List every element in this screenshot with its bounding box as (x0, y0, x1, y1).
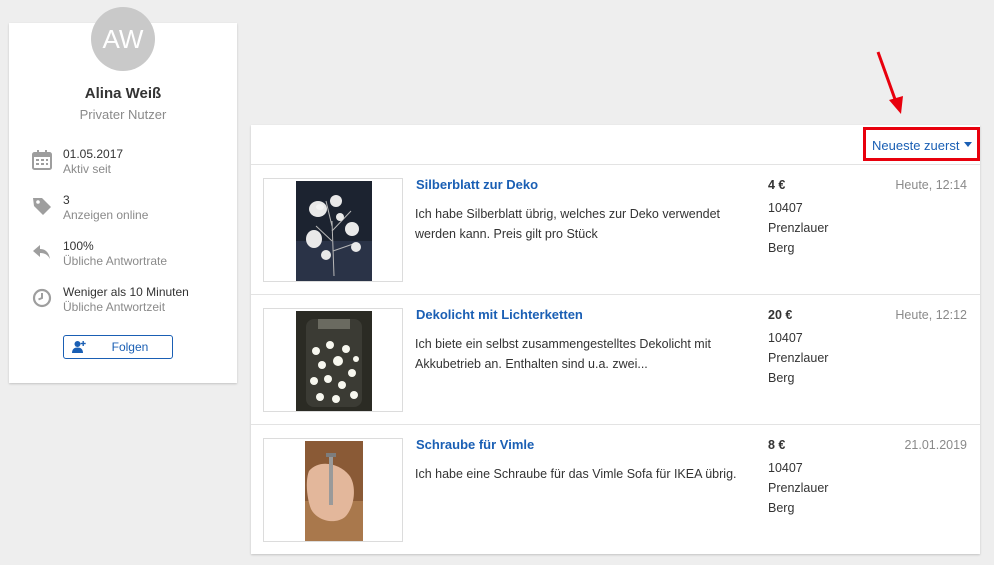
deco-light-photo (296, 311, 372, 411)
follow-button[interactable]: Folgen (63, 335, 173, 359)
listing-location: 10407 Prenzlauer Berg (768, 201, 829, 255)
listing-price: 4 € (768, 178, 786, 192)
listing-price: 20 € (768, 308, 793, 322)
stat-value: 3 (63, 193, 70, 207)
sort-dropdown[interactable]: Neueste zuerst (863, 127, 980, 161)
listing-date: Heute, 12:14 (895, 178, 967, 192)
seller-role: Privater Nutzer (79, 107, 167, 122)
stat-value: Weniger als 10 Minuten (63, 285, 189, 299)
caret-down-icon (964, 142, 972, 147)
reply-icon (33, 245, 50, 259)
listing-image[interactable] (263, 308, 403, 412)
listings-panel: Neueste zuerst Silberblatt zur Deko Ich … (251, 125, 980, 554)
listing-price: 8 € (768, 438, 786, 452)
follow-label: Folgen (111, 340, 149, 354)
listing-title[interactable]: Dekolicht mit Lichterketten (416, 307, 583, 322)
stat-value: 100% (63, 239, 94, 253)
screw-photo (305, 441, 363, 541)
listing-description: Ich biete ein selbst zusammengestelltes … (415, 337, 711, 371)
listing-image[interactable] (263, 438, 403, 542)
tag-icon (33, 198, 51, 215)
listing-date: Heute, 12:12 (895, 308, 967, 322)
stat-label: Übliche Antwortzeit (63, 300, 166, 314)
stat-label: Anzeigen online (63, 208, 149, 222)
annotation-arrow-icon (876, 51, 903, 114)
listing-description: Ich habe Silberblatt übrig, welches zur … (415, 207, 721, 241)
clock-icon (32, 288, 52, 308)
listing-item[interactable]: Silberblatt zur Deko Ich habe Silberblat… (251, 165, 980, 295)
listing-item[interactable]: Schraube für Vimle Ich habe eine Schraub… (251, 425, 980, 555)
stat-label: Aktiv seit (63, 162, 112, 176)
stat-value: 01.05.2017 (63, 147, 124, 161)
listing-title[interactable]: Silberblatt zur Deko (416, 177, 538, 192)
sort-label: Neueste zuerst (872, 138, 960, 153)
silver-leaf-photo (296, 181, 372, 281)
listing-title[interactable]: Schraube für Vimle (416, 437, 534, 452)
listing-description: Ich habe eine Schraube für das Vimle Sof… (415, 467, 737, 481)
listing-date: 21.01.2019 (904, 438, 967, 452)
stat-ads-online: 3 Anzeigen online (31, 193, 231, 227)
seller-name: Alina Weiß (84, 85, 162, 102)
listing-location: 10407 Prenzlauer Berg (768, 331, 829, 385)
listing-location: 10407 Prenzlauer Berg (768, 461, 829, 515)
stat-response-time: Weniger als 10 Minuten Übliche Antwortze… (31, 285, 231, 319)
calendar-icon (32, 150, 52, 170)
seller-profile-card: AW Alina Weiß Privater Nutzer 01.05.2017… (9, 7, 237, 383)
listing-image[interactable] (263, 178, 403, 282)
listing-item[interactable]: Dekolicht mit Lichterketten Ich biete ei… (251, 295, 980, 425)
avatar: AW (91, 7, 155, 71)
stat-active-since: 01.05.2017 Aktiv seit (31, 147, 231, 181)
stat-label: Übliche Antwortrate (63, 254, 168, 268)
stat-response-rate: 100% Übliche Antwortrate (31, 239, 231, 273)
